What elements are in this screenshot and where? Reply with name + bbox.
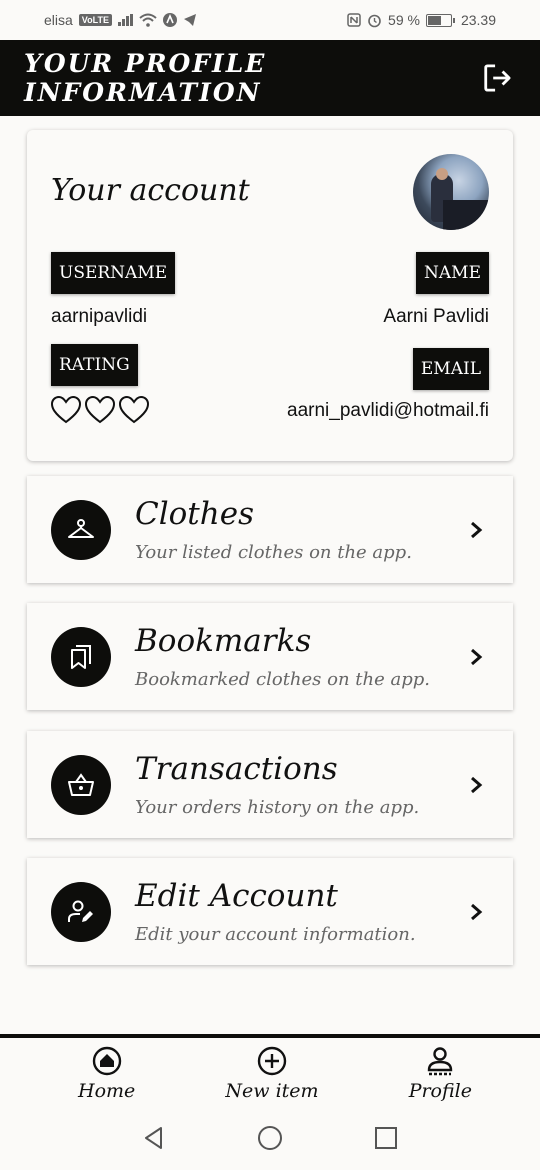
bookmarks-icon [51,627,111,687]
nav-new-item-label: New item [225,1080,319,1102]
add-circle-icon [257,1046,287,1076]
chevron-right-icon [471,648,483,666]
avatar [413,154,489,230]
bottom-nav: Home New item Profile [0,1034,540,1106]
battery-icon [425,13,455,27]
name-label: NAME [416,252,489,294]
clock: 23.39 [460,12,496,28]
home-icon [92,1046,121,1076]
nfc-icon [347,13,361,27]
system-nav-bar [0,1106,540,1170]
menu-subtitle: Bookmarked clothes on the app. [135,669,430,690]
rating-label: RATING [51,344,138,386]
alarm-icon [368,14,381,27]
hanger-icon [51,500,111,560]
telegram-icon [183,14,196,26]
email-value: aarni_pavlidi@hotmail.fi [287,400,489,421]
nav-home[interactable]: Home [78,1038,135,1106]
logout-icon[interactable] [482,61,514,95]
recents-icon[interactable] [373,1125,399,1151]
name-value: Aarni Pavlidi [383,306,489,327]
app-notification-icon [162,13,177,27]
back-icon[interactable] [141,1125,167,1151]
account-card: Your account USERNAME aarnipavlidi NAME … [27,130,513,461]
menu-title: Edit Account [135,878,338,914]
signal-icon [117,14,133,26]
battery-percent: 59 % [388,12,420,28]
chevron-right-icon [471,903,483,921]
email-label: EMAIL [412,348,489,390]
menu-title: Transactions [135,751,338,787]
carrier-label: elisa [44,12,73,28]
menu-title: Bookmarks [135,623,312,659]
menu-subtitle: Your orders history on the app. [135,797,420,818]
chevron-right-icon [471,521,483,539]
nav-new-item[interactable]: New item [225,1038,319,1106]
menu-bookmarks[interactable]: Bookmarks Bookmarked clothes on the app. [27,603,513,710]
menu-title: Clothes [135,496,254,532]
username-value: aarnipavlidi [51,306,148,327]
heart-outline-icon [51,396,81,424]
menu-subtitle: Edit your account information. [135,924,416,945]
nav-home-label: Home [78,1080,136,1102]
page-title: Your profile information [24,49,267,107]
basket-icon [51,755,111,815]
account-title: Your account [51,173,250,208]
volte-badge: VoLTE [78,14,112,26]
home-circle-icon[interactable] [257,1125,283,1151]
username-label: USERNAME [51,252,176,294]
menu-clothes[interactable]: Clothes Your listed clothes on the app. [27,476,513,583]
app-bar: Your profile information [0,40,540,116]
profile-icon [428,1047,453,1076]
heart-outline-icon [119,396,149,424]
wifi-icon [139,13,157,27]
menu-edit-account[interactable]: Edit Account Edit your account informati… [27,858,513,965]
rating-hearts [51,396,149,424]
nav-profile-label: Profile [408,1080,472,1102]
heart-outline-icon [85,396,115,424]
user-edit-icon [51,882,111,942]
chevron-right-icon [471,776,483,794]
status-bar: elisa VoLTE 59 % 23.39 [0,0,540,40]
nav-profile[interactable]: Profile [409,1038,472,1106]
menu-transactions[interactable]: Transactions Your orders history on the … [27,731,513,838]
menu-subtitle: Your listed clothes on the app. [135,542,412,563]
